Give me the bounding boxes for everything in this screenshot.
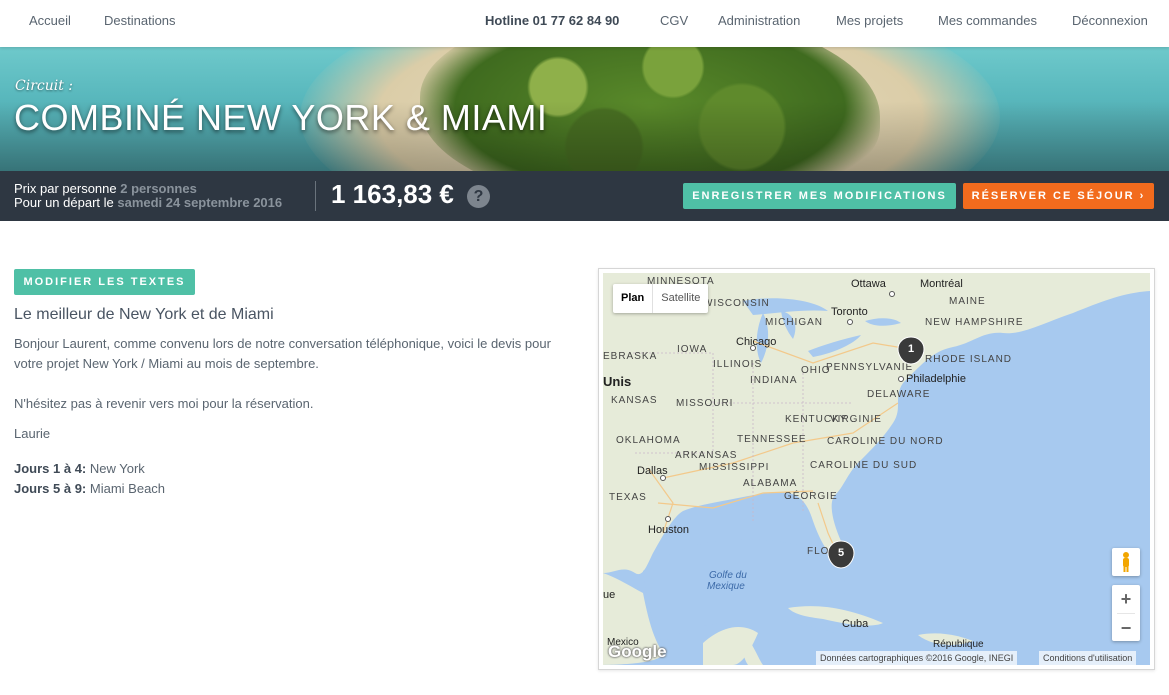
map-label-wisconsin: WISCONSIN	[703, 298, 770, 309]
marker-number: 1	[908, 343, 914, 355]
map-label-virginia: VIRGINIE	[830, 414, 882, 425]
closing-paragraph: N'hésitez pas à revenir vers moi pour la…	[14, 396, 314, 411]
itinerary-day-1: Jours 1 à 4: New York	[14, 461, 145, 476]
map-label-south-carolina-1: CAROLINE DU SUD	[810, 460, 917, 471]
day-place: New York	[89, 461, 145, 476]
map-label-cuba: Cuba	[842, 618, 869, 630]
map-label-new-hampshire: NEW HAMPSHIRE	[925, 317, 1024, 328]
map-label-nebraska: EBRASKA	[603, 351, 657, 362]
price-bar: Prix par personne 2 personnes Pour un dé…	[0, 171, 1169, 221]
map-label-iowa: IOWA	[677, 344, 707, 355]
persons-count: 2 personnes	[120, 181, 197, 196]
day-label: Jours 5 à 9:	[14, 481, 87, 496]
city-dot-dallas	[660, 475, 666, 481]
departure-date: samedi 24 septembre 2016	[117, 195, 283, 210]
pegman-icon	[1123, 552, 1129, 572]
hero-kicker: Circuit :	[15, 78, 74, 94]
map-label-north-carolina: CAROLINE DU NORD	[827, 436, 944, 447]
map-label-mississippi: MISSISSIPPI	[699, 462, 769, 473]
save-changes-button[interactable]: ENREGISTRER MES MODIFICATIONS	[683, 183, 956, 209]
map-label-gulf: Golfe du	[709, 570, 747, 581]
modify-texts-button[interactable]: MODIFIER LES TEXTES	[14, 269, 195, 295]
google-logo: Google	[608, 642, 667, 661]
day-label: Jours 1 à 4:	[14, 461, 87, 476]
map-label-philadelphia: Philadelphie	[906, 373, 966, 385]
zoom-control: + −	[1112, 585, 1140, 641]
book-trip-button[interactable]: RÉSERVER CE SÉJOUR ›	[963, 183, 1154, 209]
map-label-michigan: MICHIGAN	[765, 317, 823, 328]
map-type-satellite-button[interactable]: Satellite	[652, 284, 708, 313]
map-canvas[interactable]: MINNESOTA Ottawa Montréal MAINE WISCONSI…	[603, 273, 1150, 665]
nav-logout-link[interactable]: Déconnexion	[1072, 13, 1148, 28]
map-marker-new-york[interactable]: 1	[897, 336, 925, 365]
nav-orders-link[interactable]: Mes commandes	[938, 13, 1037, 28]
map-label-maine: MAINE	[949, 296, 986, 307]
map-attribution: Données cartographiques ©2016 Google, IN…	[816, 651, 1018, 665]
map-label-montreal: Montréal	[920, 278, 963, 290]
map-label-ue: ue	[603, 589, 615, 601]
map-label-rhode-island: RHODE ISLAND	[925, 354, 1012, 365]
nav-projects-link[interactable]: Mes projets	[836, 13, 903, 28]
price-amount: 1 163,83 €	[331, 179, 454, 209]
map-label-tennessee: TENNESSEE	[737, 434, 807, 445]
price-per-person-label: Prix par personne	[14, 181, 117, 196]
city-dot-ottawa	[889, 291, 895, 297]
map-label-pennsylvania: PENNSYLVANIE	[826, 362, 913, 373]
nav-destinations-link[interactable]: Destinations	[104, 13, 176, 28]
map-terms-link[interactable]: Conditions d'utilisation	[1039, 651, 1137, 665]
map-type-plan-button[interactable]: Plan	[613, 284, 652, 313]
marker-number: 5	[838, 547, 844, 559]
city-dot-philadelphia	[898, 376, 904, 382]
zoom-in-button[interactable]: +	[1112, 585, 1140, 613]
departure-label: Pour un départ le	[14, 195, 114, 210]
nav-administration-link[interactable]: Administration	[718, 13, 800, 28]
map-label-republique: République	[933, 639, 984, 650]
map-label-chicago: Chicago	[736, 336, 776, 348]
city-dot-toronto	[847, 319, 853, 325]
map-label-oklahoma: OKLAHOMA	[616, 435, 681, 446]
map-label-ottawa: Ottawa	[851, 278, 887, 290]
hero-banner: Circuit : COMBINÉ NEW YORK & MIAMI	[0, 47, 1169, 171]
map-label-alabama: ALABAMA	[743, 478, 797, 489]
nav-hotline[interactable]: Hotline 01 77 62 84 90	[485, 13, 619, 28]
map-label-kansas: KANSAS	[611, 395, 658, 406]
content-title: Le meilleur de New York et de Miami	[14, 306, 274, 323]
map-label-houston: Houston	[648, 524, 689, 536]
map-label-missouri: MISSOURI	[676, 398, 733, 409]
map-label-arkansas: ARKANSAS	[675, 450, 737, 461]
map-marker-miami[interactable]: 5	[827, 540, 855, 569]
itinerary-map[interactable]: MINNESOTA Ottawa Montréal MAINE WISCONSI…	[603, 273, 1150, 665]
street-view-pegman[interactable]	[1112, 548, 1140, 576]
zoom-out-button[interactable]: −	[1112, 614, 1140, 642]
map-label-georgia: GÉORGIE	[784, 489, 838, 502]
intro-paragraph: Bonjour Laurent, comme convenu lors de n…	[14, 336, 551, 371]
map-label-delaware: DELAWARE	[867, 389, 930, 400]
top-navigation: Accueil Destinations Hotline 01 77 62 84…	[0, 0, 1169, 47]
city-dot-chicago	[750, 345, 756, 351]
map-label-toronto: Toronto	[831, 306, 868, 318]
price-per-person-line: Prix par personne 2 personnes	[14, 181, 197, 196]
page-title: COMBINÉ NEW YORK & MIAMI	[14, 97, 548, 138]
help-icon[interactable]: ?	[467, 185, 490, 208]
city-dot-houston	[665, 516, 671, 522]
departure-line: Pour un départ le samedi 24 septembre 20…	[14, 195, 282, 210]
day-place: Miami Beach	[89, 481, 166, 496]
itinerary-day-2: Jours 5 à 9: Miami Beach	[14, 481, 165, 496]
map-label-florida: FLO	[807, 546, 829, 557]
nav-cgv-link[interactable]: CGV	[660, 13, 688, 28]
map-label-texas: TEXAS	[609, 492, 647, 503]
signature: Laurie	[14, 426, 51, 441]
map-label-unis: Unis	[603, 374, 631, 389]
map-label-mexique: Mexique	[707, 581, 745, 592]
map-type-control: Plan Satellite	[613, 284, 709, 313]
map-label-illinois: ILLINOIS	[713, 359, 762, 370]
price-divider	[315, 181, 316, 211]
nav-home-link[interactable]: Accueil	[29, 13, 71, 28]
map-label-indiana: INDIANA	[750, 375, 798, 386]
